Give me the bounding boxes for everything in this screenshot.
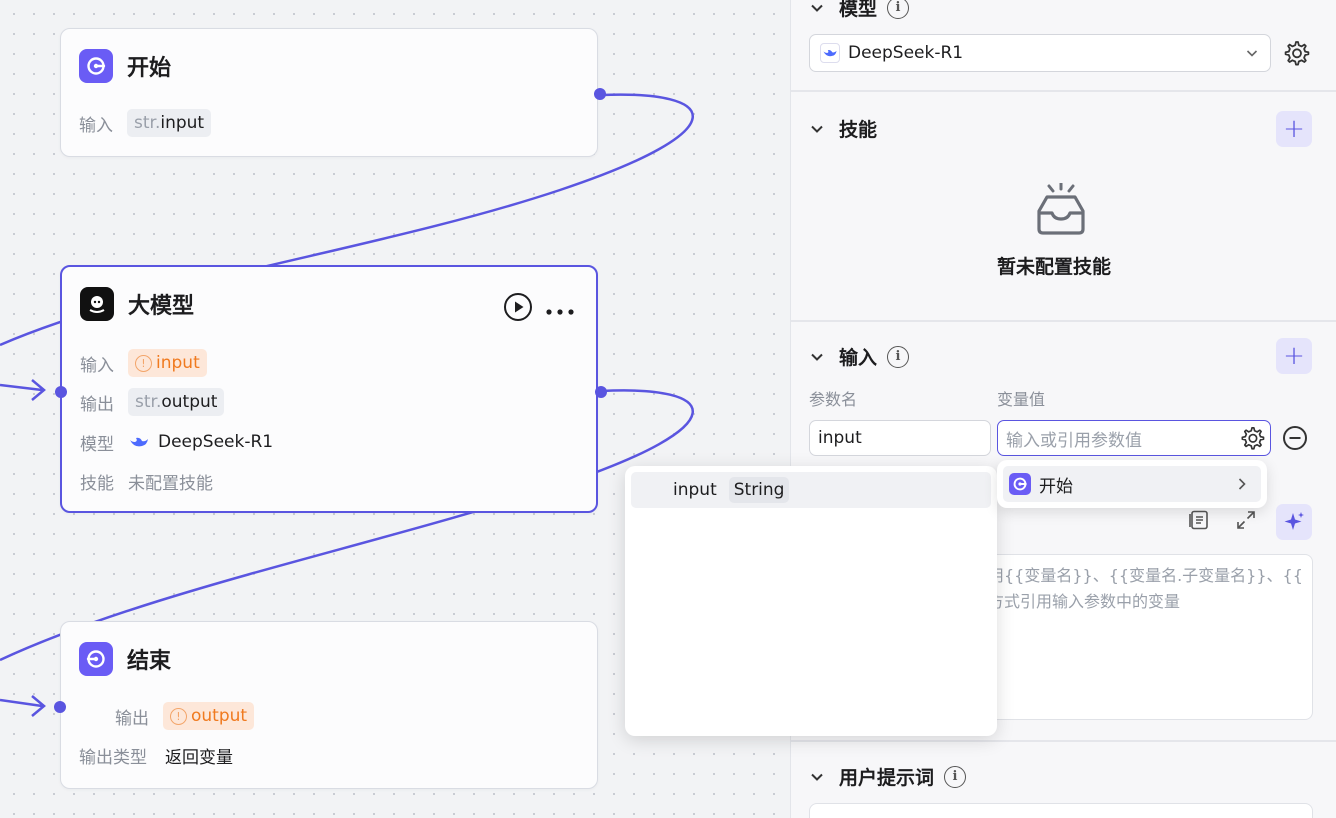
chevron-down-icon [811, 773, 823, 781]
llm-node-icon [80, 287, 114, 321]
start-node-icon [79, 49, 113, 83]
end-output-label: 输出 [115, 708, 149, 729]
variable-option[interactable]: input String [631, 472, 991, 508]
system-prompt-textarea[interactable]: 用{{变量名}}、{{变量名.子变量名}}、{{ 方式引用输入参数中的变量 [987, 554, 1313, 720]
end-node[interactable]: 结束 输出 ! output 输出类型 返回变量 [54, 621, 598, 789]
model-section-title: 模型 [839, 0, 878, 20]
more-button[interactable] [545, 303, 577, 315]
var-value-placeholder: 输入或引用参数值 [1006, 430, 1142, 451]
llm-input-label: 输入 [80, 355, 114, 376]
chevron-down-icon [811, 4, 823, 12]
deepseek-icon [820, 43, 840, 63]
end-output-type-label: 输出类型 [79, 747, 147, 768]
source-node-option[interactable]: 开始 [1003, 466, 1261, 502]
more-icon [546, 309, 574, 315]
deepseek-icon [130, 437, 148, 447]
arrow-into-llm [31, 379, 46, 401]
system-prompt-placeholder-1: 用{{变量名}}、{{变量名.子变量名}}、{{ [988, 566, 1303, 585]
model-settings-gear-icon[interactable] [1282, 39, 1310, 67]
llm-input-tag: ! input [128, 349, 207, 377]
llm-output-handle[interactable] [595, 386, 607, 398]
input-section-title: 输入 [839, 347, 878, 369]
variable-option-name: input [673, 480, 717, 500]
end-output-type-value: 返回变量 [165, 747, 233, 768]
add-skill-button[interactable]: + [1276, 111, 1312, 147]
play-icon [504, 293, 532, 321]
llm-node-title: 大模型 [128, 294, 195, 319]
divider [791, 90, 1336, 92]
end-node-icon [79, 642, 113, 676]
llm-skill-label: 技能 [80, 473, 114, 494]
sparkle-icon [1284, 512, 1304, 530]
param-name-input[interactable]: input [809, 420, 991, 456]
model-select[interactable]: DeepSeek-R1 [809, 34, 1271, 72]
user-prompt-textarea[interactable] [809, 803, 1313, 818]
system-prompt-placeholder-2: 方式引用输入参数中的变量 [988, 592, 1181, 611]
chevron-down-icon [811, 125, 823, 133]
llm-model-label: 模型 [80, 434, 114, 455]
warning-icon: ! [135, 354, 152, 372]
variable-list-popup: input String [625, 466, 997, 736]
input-section-header[interactable]: 输入 i [809, 343, 910, 370]
info-icon[interactable]: i [887, 0, 910, 19]
llm-skill-value: 未配置技能 [128, 473, 213, 494]
var-value-input[interactable]: 输入或引用参数值 [997, 420, 1271, 456]
template-icon[interactable] [1188, 509, 1210, 531]
model-section-header[interactable]: 模型 i [809, 0, 910, 21]
expand-icon[interactable] [1235, 509, 1257, 531]
llm-output-tag: str. output [128, 388, 225, 416]
llm-output-label: 输出 [80, 394, 114, 415]
chevron-down-icon [811, 353, 823, 361]
run-button[interactable] [503, 292, 533, 322]
user-prompt-section-title: 用户提示词 [839, 767, 935, 789]
source-node-label: 开始 [1039, 476, 1073, 497]
edge-into-end [0, 698, 43, 708]
start-node[interactable]: 开始 输入 str. input [60, 28, 606, 157]
skills-section-title: 技能 [839, 119, 878, 141]
divider [791, 740, 1336, 742]
skills-section-header[interactable]: 技能 [809, 115, 877, 142]
edge-into-llm [0, 383, 43, 392]
ai-optimize-button[interactable] [1276, 504, 1312, 540]
info-icon[interactable]: i [887, 345, 910, 368]
start-node-title: 开始 [127, 56, 172, 81]
empty-box-icon [1037, 183, 1085, 235]
arrow-into-end [31, 695, 46, 717]
llm-model-value: DeepSeek-R1 [158, 432, 274, 452]
remove-circle-icon[interactable] [1282, 425, 1308, 451]
start-output-handle[interactable] [594, 88, 606, 100]
add-input-button[interactable]: + [1276, 338, 1312, 374]
warning-icon: ! [170, 707, 187, 725]
divider [791, 320, 1336, 322]
model-select-value: DeepSeek-R1 [848, 43, 964, 63]
chevron-right-icon [1238, 478, 1246, 490]
start-input-label: 输入 [79, 115, 113, 136]
end-output-tag: ! output [163, 702, 255, 730]
start-node-icon [1009, 473, 1031, 495]
end-input-handle[interactable] [54, 701, 66, 713]
user-prompt-section-header[interactable]: 用户提示词 i [809, 763, 967, 790]
llm-node[interactable]: 大模型 输入 ! input 输出 str. output 模型 DeepSeek-… [55, 265, 607, 513]
var-settings-gear-icon[interactable] [1239, 425, 1265, 451]
skills-empty-text: 暂未配置技能 [997, 256, 1112, 278]
start-input-tag: str. input [127, 109, 212, 137]
var-value-header: 变量值 [997, 390, 1046, 409]
chevron-down-icon [1246, 50, 1258, 57]
info-icon[interactable]: i [944, 765, 967, 788]
variable-option-type: String [728, 477, 790, 503]
end-node-title: 结束 [127, 649, 172, 674]
llm-input-handle[interactable] [55, 386, 67, 398]
source-node-popup: 开始 [997, 460, 1267, 508]
param-name-header: 参数名 [809, 390, 858, 409]
